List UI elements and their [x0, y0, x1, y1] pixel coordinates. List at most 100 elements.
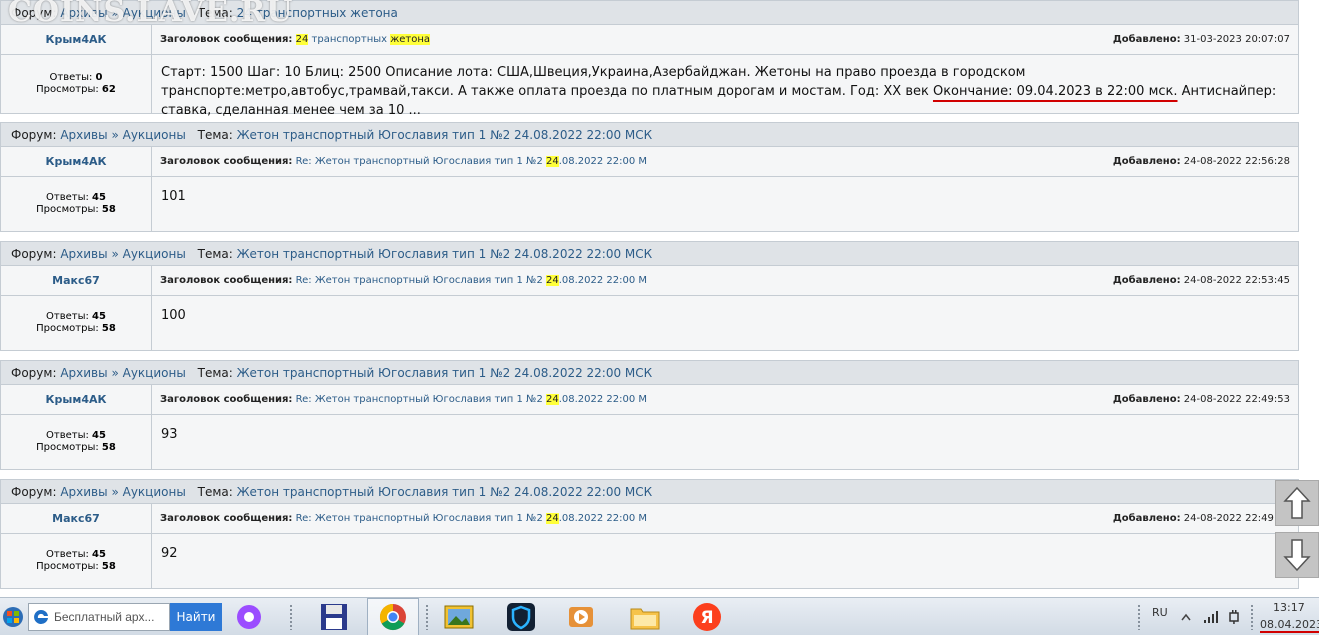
- forum-label: Форум:: [11, 128, 57, 142]
- topic-link[interactable]: Жетон транспортный Югославия тип 1 №2 24…: [237, 128, 653, 142]
- search-highlight: 24: [545, 275, 559, 286]
- added-value: 24-08-2022 22:56:28: [1183, 156, 1290, 167]
- answers-label: Ответы:: [46, 192, 89, 203]
- taskbar-app-alice[interactable]: [232, 598, 266, 635]
- subject-cell: Заголовок сообщения: Re: Жетон транспорт…: [152, 147, 1298, 176]
- added-label: Добавлено:: [1112, 34, 1181, 45]
- svg-text:Я: Я: [700, 608, 713, 628]
- post-header-row: Крым4АК Заголовок сообщения: Re: Жетон т…: [1, 147, 1298, 177]
- post-stats: Ответы: 45 Просмотры: 58: [1, 534, 152, 588]
- taskbar-app-shield[interactable]: [502, 598, 540, 635]
- taskbar-app-yandex[interactable]: Я: [688, 598, 726, 635]
- breadcrumb-separator: »: [111, 247, 119, 261]
- subject-link[interactable]: Re: Жетон транспортный Югославия тип 1 №…: [296, 394, 647, 405]
- tray-power[interactable]: [1226, 598, 1242, 635]
- views-count: 58: [101, 561, 116, 572]
- added-value: 24-08-2022 22:49:53: [1183, 394, 1290, 405]
- author-link[interactable]: Крым4АК: [1, 385, 152, 414]
- forum-path: Форум: Архивы » Аукционы Тема: 24 трансп…: [1, 1, 1298, 25]
- alice-icon: [237, 605, 261, 629]
- topic-label: Тема:: [197, 128, 233, 142]
- subject-cell: Заголовок сообщения: Re: Жетон транспорт…: [152, 385, 1298, 414]
- answers-label: Ответы:: [49, 72, 93, 83]
- taskbar-app-media[interactable]: [562, 598, 600, 635]
- topic-link[interactable]: Жетон транспортный Югославия тип 1 №2 24…: [237, 247, 653, 261]
- forum-link-auctions[interactable]: Аукционы: [123, 128, 186, 142]
- topic-link[interactable]: 24 транспортных жетона: [237, 6, 398, 20]
- post-message: Старт: 1500 Шаг: 10 Блиц: 2500 Описание …: [152, 55, 1298, 118]
- forum-link-auctions[interactable]: Аукционы: [123, 366, 186, 380]
- author-link[interactable]: Крым4АК: [1, 25, 152, 54]
- answers-label: Ответы:: [46, 311, 89, 322]
- taskbar-search-input[interactable]: Бесплатный арх...: [28, 603, 170, 631]
- taskbar-app-explorer[interactable]: [626, 598, 664, 635]
- forum-link-archives[interactable]: Архивы: [60, 247, 107, 261]
- post-body-row: Ответы: 0 Просмотры: 62 Старт: 1500 Шаг:…: [1, 55, 1298, 118]
- search-highlight: 24: [295, 34, 309, 45]
- tray-expand-button[interactable]: [1180, 598, 1192, 635]
- forum-link-auctions[interactable]: Аукционы: [123, 485, 186, 499]
- subject-cell: Заголовок сообщения: Re: Жетон транспорт…: [152, 266, 1298, 295]
- views-count: 62: [101, 84, 116, 95]
- forum-label: Форум:: [11, 485, 57, 499]
- search-highlight: 24: [545, 156, 559, 167]
- author-link[interactable]: Крым4АК: [1, 147, 152, 176]
- clock-date[interactable]: 08.04.2023: [1260, 618, 1319, 633]
- subject-link[interactable]: Re: Жетон транспортный Югославия тип 1 №…: [296, 275, 647, 286]
- taskbar-app-chrome[interactable]: [367, 598, 419, 635]
- subject-label: Заголовок сообщения:: [160, 275, 293, 286]
- tray-network[interactable]: [1202, 598, 1220, 635]
- subject-link[interactable]: Re: Жетон транспортный Югославия тип 1 №…: [296, 513, 647, 524]
- scroll-down-button[interactable]: [1275, 532, 1319, 578]
- topic-link[interactable]: Жетон транспортный Югославия тип 1 №2 24…: [237, 485, 653, 499]
- topic-label: Тема:: [197, 6, 233, 20]
- subject-link[interactable]: Re: Жетон транспортный Югославия тип 1 №…: [296, 156, 647, 167]
- author-link[interactable]: Макс67: [1, 266, 152, 295]
- forum-link-auctions[interactable]: Аукционы: [123, 247, 186, 261]
- post-body-row: Ответы: 45 Просмотры: 58 101: [1, 177, 1298, 231]
- post-message: 92: [161, 546, 178, 561]
- subject-link[interactable]: 24 транспортных жетона: [295, 34, 431, 45]
- tray-grip: [1137, 604, 1141, 630]
- language-indicator[interactable]: RU: [1152, 606, 1168, 619]
- added-value: 24-08-2022 22:53:45: [1183, 275, 1290, 286]
- taskbar-grip: [289, 604, 293, 630]
- search-highlight: жетона: [390, 34, 431, 45]
- auction-end-text: Окончание: 09.04.2023 в 22:00 мск.: [932, 84, 1178, 99]
- forum-link-archives[interactable]: Архивы: [60, 128, 107, 142]
- post-header-row: Крым4АК Заголовок сообщения: Re: Жетон т…: [1, 385, 1298, 415]
- author-link[interactable]: Макс67: [1, 504, 152, 533]
- topic-link[interactable]: Жетон транспортный Югославия тип 1 №2 24…: [237, 366, 653, 380]
- find-button[interactable]: Найти: [170, 603, 222, 631]
- subject-cell: Заголовок сообщения: Re: Жетон транспорт…: [152, 504, 1298, 533]
- taskbar-grip: [425, 604, 429, 630]
- forum-label: Форум:: [11, 247, 57, 261]
- subject-cell: Заголовок сообщения: 24 транспортных жет…: [152, 25, 1298, 54]
- answers-count: 45: [92, 192, 106, 203]
- post-message: 101: [161, 189, 186, 204]
- subject-label: Заголовок сообщения:: [160, 513, 293, 524]
- views-label: Просмотры:: [36, 561, 99, 572]
- forum-link-auctions[interactable]: Аукционы: [123, 6, 186, 20]
- topic-label: Тема:: [197, 485, 233, 499]
- forum-link-archives[interactable]: Архивы: [60, 485, 107, 499]
- photos-icon: [444, 605, 474, 629]
- forum-link-archives[interactable]: Архивы: [60, 6, 107, 20]
- signal-bars-icon: [1204, 611, 1218, 623]
- chrome-icon: [379, 603, 406, 631]
- taskbar-app-save[interactable]: [315, 598, 353, 635]
- search-result-post: Форум: Архивы » Аукционы Тема: 24 трансп…: [0, 0, 1299, 118]
- clock-time[interactable]: 13:17: [1273, 601, 1305, 614]
- post-body-row: Ответы: 45 Просмотры: 58 93: [1, 415, 1298, 469]
- subject-text: Re: Жетон транспортный Югославия тип 1 №…: [295, 394, 546, 405]
- added-label: Добавлено:: [1112, 275, 1181, 286]
- added-date: Добавлено: 24-08-2022 22:49:53: [1113, 385, 1290, 415]
- forum-link-archives[interactable]: Архивы: [60, 366, 107, 380]
- added-date: Добавлено: 24-08-2022 22:53:45: [1113, 266, 1290, 296]
- power-plug-icon: [1229, 610, 1239, 624]
- taskbar-app-photos[interactable]: [440, 598, 478, 635]
- scroll-up-button[interactable]: [1275, 480, 1319, 526]
- start-button[interactable]: [0, 598, 26, 635]
- answers-label: Ответы:: [46, 549, 89, 560]
- views-label: Просмотры:: [36, 323, 99, 334]
